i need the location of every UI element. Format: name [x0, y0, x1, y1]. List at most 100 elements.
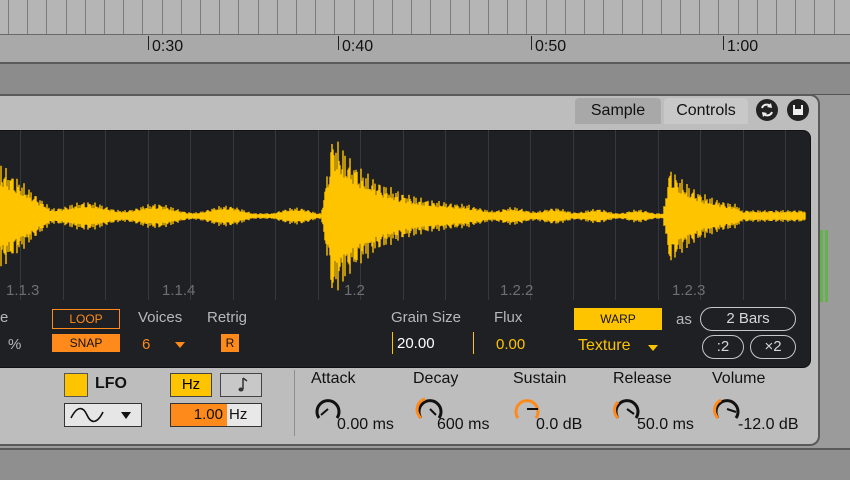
- lfo-waveform-select[interactable]: [64, 403, 142, 427]
- note-icon[interactable]: [220, 373, 262, 397]
- lfo-rate-field[interactable]: 1.00 Hz: [170, 403, 262, 427]
- ruler-tick: [181, 0, 182, 34]
- ruler-tick: [27, 0, 28, 34]
- decay-value: 600 ms: [437, 416, 490, 433]
- bottom-track-band: [0, 448, 850, 480]
- tab-controls[interactable]: Controls: [664, 98, 748, 124]
- sustain-value: 0.0 dB: [536, 416, 583, 433]
- lfo-rate-value: 1.00: [171, 404, 227, 426]
- attack-label: Attack: [311, 370, 356, 387]
- ruler-tick: [8, 0, 9, 34]
- grain-size-label: Grain Size: [391, 309, 462, 326]
- voices-label: Voices: [138, 309, 183, 326]
- lfo-rate-unit: Hz: [229, 406, 248, 423]
- loop-button[interactable]: LOOP: [52, 309, 120, 329]
- ruler-tick: [757, 0, 758, 34]
- waveform-path: [0, 141, 806, 291]
- partial-value: %: [8, 336, 22, 353]
- ruler-tick: [546, 0, 547, 34]
- ruler-tick: [680, 0, 681, 34]
- ruler-tick-strip: [0, 0, 850, 35]
- level-meter-right: [825, 230, 828, 302]
- section-divider: [294, 370, 295, 436]
- ruler-tick: [373, 0, 374, 34]
- ruler-tick: [738, 0, 739, 34]
- lfo-toggle[interactable]: [64, 373, 88, 397]
- snap-button[interactable]: SNAP: [52, 334, 120, 352]
- warp-mode-select[interactable]: Texture: [578, 337, 630, 355]
- ruler-tick: [315, 0, 316, 34]
- ruler-tick: [450, 0, 451, 34]
- ruler-tick: [85, 0, 86, 34]
- ruler-tick: [277, 0, 278, 34]
- half-tempo-button[interactable]: :2: [702, 335, 744, 359]
- bar-marker: 1.2.2: [500, 282, 534, 299]
- ruler-tick: [430, 0, 431, 34]
- ruler-tick: [814, 0, 815, 34]
- as-label: as: [676, 311, 692, 328]
- hot-swap-icon[interactable]: [756, 99, 778, 121]
- ruler-tick: [565, 0, 566, 34]
- ruler-tick: [200, 0, 201, 34]
- warp-length-field[interactable]: 2 Bars: [700, 307, 796, 331]
- ruler-tick: [526, 0, 527, 34]
- flux-value[interactable]: 0.00: [496, 336, 525, 353]
- ruler-marker: 0:30: [147, 36, 184, 55]
- ruler-tick: [584, 0, 585, 34]
- ruler-tick: [104, 0, 105, 34]
- ruler-tick: [258, 0, 259, 34]
- ruler-tick: [123, 0, 124, 34]
- bar-marker: 1.2: [344, 282, 365, 299]
- hz-button[interactable]: Hz: [170, 373, 212, 397]
- ruler-marker: 0:40: [337, 36, 374, 55]
- grain-size-field[interactable]: 20.00: [392, 332, 474, 354]
- bar-marker: 1.2.3: [672, 282, 706, 299]
- sample-waveform[interactable]: [0, 130, 810, 300]
- voices-value[interactable]: 6: [142, 336, 150, 353]
- partial-label: e: [0, 309, 9, 326]
- ruler-tick: [718, 0, 719, 34]
- volume-label: Volume: [712, 370, 766, 387]
- level-meter-left: [820, 230, 823, 302]
- ruler-tick: [354, 0, 355, 34]
- ruler-tick: [411, 0, 412, 34]
- ruler-marker: 1:00: [722, 36, 759, 55]
- ruler-tick: [296, 0, 297, 34]
- ruler-tick: [392, 0, 393, 34]
- track-band: [0, 64, 850, 95]
- retrig-label: Retrig: [207, 309, 248, 326]
- release-value: 50.0 ms: [637, 416, 694, 433]
- ruler-tick: [162, 0, 163, 34]
- ruler-tick: [219, 0, 220, 34]
- grain-size-value: 20.00: [397, 335, 435, 352]
- ruler-tick: [46, 0, 47, 34]
- lfo-label: LFO: [95, 375, 127, 392]
- ruler-tick: [776, 0, 777, 34]
- ruler-tick: [834, 0, 835, 34]
- sine-wave-icon: [70, 407, 131, 423]
- flux-label: Flux: [494, 309, 523, 326]
- ruler-tick: [699, 0, 700, 34]
- voices-dropdown-icon[interactable]: [175, 342, 185, 348]
- save-icon[interactable]: [787, 99, 809, 121]
- bar-marker: 1.1.3: [6, 282, 40, 299]
- warp-button[interactable]: WARP: [574, 308, 662, 330]
- warp-mode-dropdown-icon[interactable]: [648, 345, 658, 351]
- ruler-tick: [507, 0, 508, 34]
- ruler-tick: [469, 0, 470, 34]
- sustain-label: Sustain: [513, 370, 567, 387]
- ruler-tick: [603, 0, 604, 34]
- ruler-tick: [488, 0, 489, 34]
- attack-value: 0.00 ms: [337, 416, 394, 433]
- ruler-tick: [142, 0, 143, 34]
- double-tempo-button[interactable]: ×2: [750, 335, 796, 359]
- ruler-tick: [661, 0, 662, 34]
- decay-label: Decay: [413, 370, 459, 387]
- bar-marker: 1.1.4: [162, 282, 196, 299]
- ruler-marker: 0:50: [530, 36, 567, 55]
- retrig-button[interactable]: R: [221, 334, 239, 352]
- ruler-tick: [642, 0, 643, 34]
- tab-sample[interactable]: Sample: [575, 98, 661, 124]
- ruler-tick: [622, 0, 623, 34]
- ruler-tick: [66, 0, 67, 34]
